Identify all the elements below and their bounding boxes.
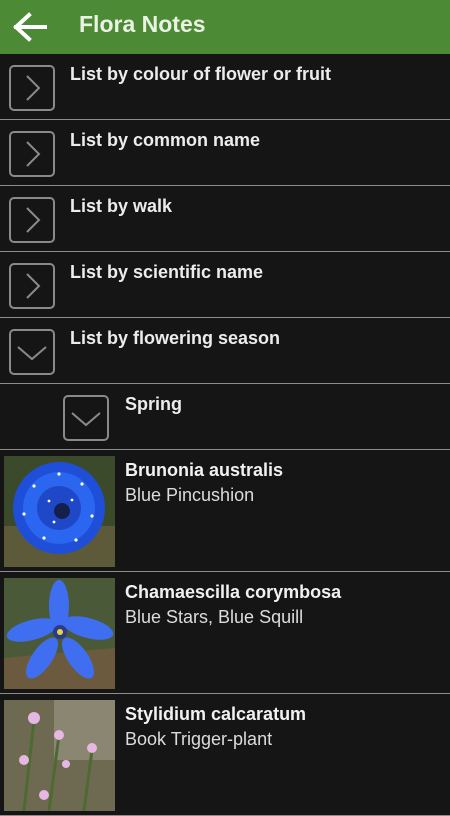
plant-common-name: Book Trigger-plant	[125, 729, 273, 749]
chevron-right-icon	[9, 263, 55, 309]
plant-scientific-name: Stylidium calcaratum	[125, 704, 307, 724]
plant-common-name: Blue Stars, Blue Squill	[125, 607, 304, 627]
plant-scientific-name: Chamaescilla corymbosa	[125, 582, 342, 602]
app-bar: Flora Notes	[0, 0, 450, 54]
arrow-left-icon	[13, 12, 47, 42]
menu-item-flowering-season[interactable]: List by flowering season	[0, 318, 450, 384]
chevron-right-icon	[9, 65, 55, 111]
season-item-spring[interactable]: Spring	[0, 384, 450, 450]
menu-item-walk[interactable]: List by walk	[0, 186, 450, 252]
menu-list: List by colour of flower or fruit List b…	[0, 54, 450, 816]
plant-item[interactable]: Stylidium calcaratum Book Trigger-plant	[0, 694, 450, 816]
plant-common-name: Blue Pincushion	[125, 485, 255, 505]
plant-item[interactable]: Chamaescilla corymbosa Blue Stars, Blue …	[0, 572, 450, 694]
season-label: Spring	[125, 394, 182, 414]
app-title: Flora Notes	[79, 11, 206, 37]
plant-scientific-name: Brunonia australis	[125, 460, 284, 480]
menu-item-label: List by flowering season	[70, 328, 281, 348]
plant-photo	[4, 700, 115, 811]
chevron-down-icon	[63, 395, 109, 441]
plant-item[interactable]: Brunonia australis Blue Pincushion	[0, 450, 450, 572]
plant-photo	[4, 578, 115, 689]
back-button[interactable]	[0, 0, 60, 54]
menu-item-label: List by common name	[70, 130, 261, 150]
menu-item-label: List by colour of flower or fruit	[70, 64, 331, 84]
chevron-down-icon	[9, 329, 55, 375]
plant-photo	[4, 456, 115, 567]
chevron-right-icon	[9, 197, 55, 243]
chevron-right-icon	[9, 131, 55, 177]
menu-item-label: List by walk	[70, 196, 173, 216]
menu-item-colour[interactable]: List by colour of flower or fruit	[0, 54, 450, 120]
menu-item-scientific-name[interactable]: List by scientific name	[0, 252, 450, 318]
menu-item-common-name[interactable]: List by common name	[0, 120, 450, 186]
menu-item-label: List by scientific name	[70, 262, 264, 282]
